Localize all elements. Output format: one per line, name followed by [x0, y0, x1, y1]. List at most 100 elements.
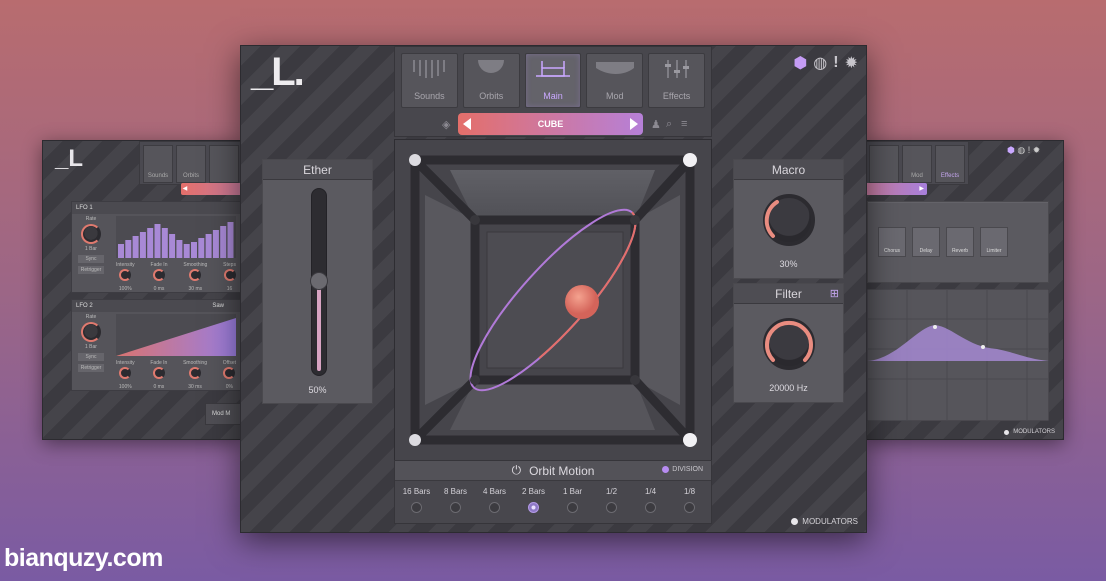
lfo-step-bar[interactable]	[205, 234, 212, 258]
modulators-toggle[interactable]: MODULATORS	[1004, 429, 1055, 435]
globe-icon[interactable]: ◍	[813, 53, 827, 73]
effect-limiter[interactable]: Limiter	[980, 227, 1008, 257]
lfo-step-bar[interactable]	[118, 244, 124, 258]
rate-radio[interactable]	[645, 502, 656, 513]
rate-radio[interactable]	[684, 502, 695, 513]
intensity-knob[interactable]	[119, 269, 132, 281]
tab-orbits[interactable]: Orbits	[176, 145, 206, 183]
preset-bar[interactable]: ◀	[181, 183, 243, 195]
filter-knob[interactable]	[763, 318, 815, 370]
rate-radio[interactable]	[411, 502, 422, 513]
tab-main[interactable]: Main	[524, 53, 582, 108]
modulators-toggle[interactable]: MODULATORS	[791, 517, 858, 526]
retrigger-button[interactable]: Retrigger	[78, 266, 104, 274]
tab-mod[interactable]: Mod	[586, 53, 644, 108]
rate-radio[interactable]	[489, 502, 500, 513]
rate-option[interactable]: 2 Bars	[515, 487, 553, 513]
intensity-knob[interactable]	[119, 367, 132, 379]
lfo-step-bar[interactable]	[183, 244, 190, 258]
lfo-step-bar[interactable]	[147, 228, 154, 258]
alert-icon[interactable]: !	[1028, 145, 1031, 155]
filter-grid-icon[interactable]: ⊞	[830, 284, 839, 304]
cube-icon[interactable]: ⬢	[793, 53, 807, 73]
lfo-step-bar[interactable]	[154, 224, 161, 258]
division-toggle[interactable]: DIVISION	[662, 466, 703, 473]
power-icon[interactable]: ⏻	[512, 463, 522, 478]
mixer-icon[interactable]: ≡	[681, 118, 687, 130]
cube-icon[interactable]: ⬢	[1007, 145, 1015, 155]
ether-slider-thumb[interactable]	[310, 272, 328, 290]
lfo1-steps-display[interactable]	[116, 216, 236, 258]
rate-radio[interactable]	[567, 502, 578, 513]
lfo-step-bar[interactable]	[161, 228, 168, 258]
lfo-step-bar[interactable]	[125, 240, 132, 258]
gear-icon[interactable]: ✹	[845, 53, 858, 73]
lfo-step-bar[interactable]	[191, 242, 197, 258]
effect-reverb[interactable]: Reverb	[946, 227, 974, 257]
rate-option[interactable]: 8 Bars	[437, 487, 475, 513]
tab-mod[interactable]: Mod	[902, 145, 932, 183]
orbit-sphere[interactable]	[565, 285, 599, 319]
lfo-step-bar[interactable]	[132, 236, 139, 258]
search-icon[interactable]: ⌕	[666, 118, 672, 131]
lfo-step-bar[interactable]	[198, 238, 205, 258]
ether-slider[interactable]	[310, 188, 328, 376]
person-icon[interactable]: ♟	[651, 118, 661, 131]
eq-display[interactable]	[867, 289, 1049, 421]
mod-matrix-button[interactable]: Mod M	[205, 403, 243, 425]
smoothing-knob[interactable]	[189, 269, 202, 281]
lfo2-saw-display[interactable]	[116, 314, 236, 356]
macro-knob[interactable]	[763, 194, 815, 246]
sync-button[interactable]: Sync	[78, 353, 104, 361]
tab-main[interactable]	[869, 145, 899, 183]
tab-sounds[interactable]: Sounds	[401, 53, 458, 108]
prev-preset-icon[interactable]	[463, 118, 471, 130]
next-preset-icon[interactable]	[629, 118, 638, 130]
alert-icon[interactable]: !	[833, 54, 838, 72]
steps-knob[interactable]	[223, 269, 236, 281]
rate-knob[interactable]	[81, 322, 101, 342]
effect-chorus[interactable]: Chorus	[878, 227, 906, 257]
gear-icon[interactable]: ✹	[1033, 145, 1041, 155]
lfo-step-bar[interactable]	[176, 240, 183, 258]
rate-radio[interactable]	[450, 502, 461, 513]
logo: _L	[55, 145, 84, 172]
effect-delay[interactable]: Delay	[912, 227, 940, 257]
fade-in-knob[interactable]	[153, 269, 165, 281]
sync-button[interactable]: Sync	[78, 255, 104, 263]
rate-knob[interactable]	[81, 224, 101, 244]
tab-sounds[interactable]: Sounds	[143, 145, 173, 183]
filter-panel: Filter ⊞ 20000 Hz	[733, 283, 844, 403]
rate-option[interactable]: 16 Bars	[398, 487, 436, 513]
tab-main[interactable]	[209, 145, 239, 183]
sounds-icon	[413, 60, 446, 78]
lfo-step-bar[interactable]	[169, 234, 176, 258]
lfo-step-bar[interactable]	[220, 226, 227, 258]
smoothing-knob[interactable]	[189, 367, 202, 379]
rate-option[interactable]: 1/4	[632, 487, 670, 513]
tab-orbits[interactable]: Orbits	[462, 53, 520, 108]
tab-effects[interactable]: Effects	[935, 145, 965, 183]
macro-title: Macro	[734, 160, 843, 180]
preset-selector[interactable]: CUBE	[458, 113, 643, 135]
lfo-step-bar[interactable]	[212, 230, 219, 258]
tab-label: Main	[543, 91, 563, 101]
preset-bar[interactable]: ▶	[865, 183, 927, 195]
rate-option[interactable]: 1/8	[671, 487, 709, 513]
offset-knob[interactable]	[223, 367, 236, 379]
globe-icon[interactable]: ◍	[1017, 145, 1025, 155]
tab-effects[interactable]: Effects	[648, 53, 705, 108]
rate-option[interactable]: 1/2	[593, 487, 631, 513]
rate-radio[interactable]	[606, 502, 617, 513]
fade-in-knob[interactable]	[152, 367, 165, 379]
dice-icon[interactable]: ◈	[442, 118, 450, 131]
rate-option[interactable]: 1 Bar	[554, 487, 592, 513]
rate-radio[interactable]	[528, 502, 539, 513]
lfo-step-bar[interactable]	[139, 232, 146, 258]
cube-visualizer[interactable]	[394, 139, 712, 461]
rate-option[interactable]: 4 Bars	[476, 487, 514, 513]
lfo-step-bar[interactable]	[227, 222, 234, 258]
rate-option-label: 1 Bar	[562, 487, 583, 496]
retrigger-button[interactable]: Retrigger	[78, 364, 104, 372]
lfo2-shape[interactable]: Saw	[212, 300, 224, 312]
